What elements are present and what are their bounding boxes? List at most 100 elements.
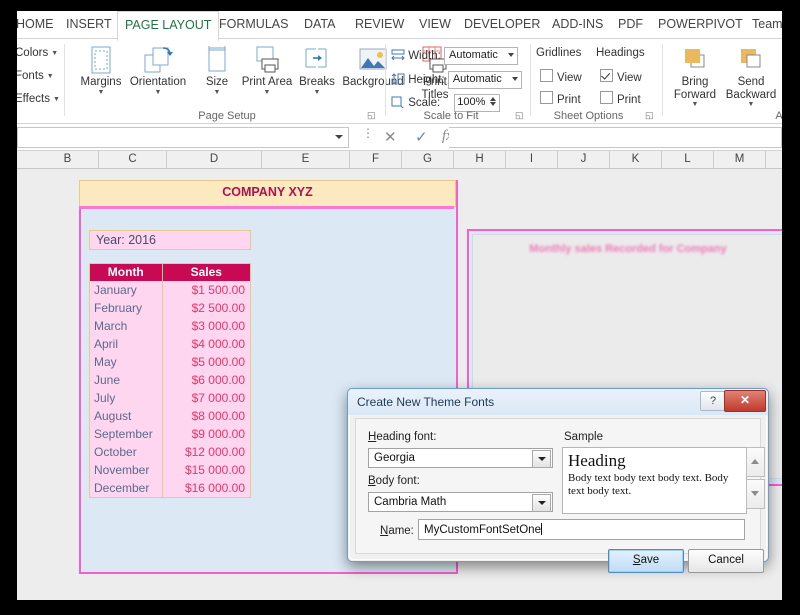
send-backward-label: Send Backward: [723, 76, 779, 101]
chevron-down-icon: ▼: [667, 101, 723, 109]
orientation-label: Orientation: [125, 76, 191, 89]
table-row[interactable]: June$6 000.00: [90, 371, 250, 389]
height-icon: [391, 73, 405, 85]
width-combo[interactable]: Automatic: [444, 47, 518, 65]
size-button[interactable]: Size ▼: [191, 43, 243, 97]
company-title-cell[interactable]: COMPANY XYZ: [79, 180, 456, 207]
ribbon-group-arrange: Bring Forward ▼ Send Backward ▼ Selectio…: [665, 39, 782, 123]
table-row[interactable]: August$8 000.00: [90, 407, 250, 425]
table-row[interactable]: November$15 000.00: [90, 461, 250, 479]
scroll-down-icon[interactable]: [746, 479, 765, 509]
worksheet[interactable]: COMPANY XYZ Year: 2016 Month Sales Janua…: [17, 169, 782, 600]
cell-sales: $9 000.00: [162, 425, 250, 443]
sales-table[interactable]: Month Sales January$1 500.00February$2 5…: [89, 263, 251, 498]
ribbon-tab-page-layout[interactable]: PAGE LAYOUT: [117, 11, 219, 41]
theme-fonts-button[interactable]: Fonts▼: [17, 70, 54, 82]
ribbon-tab-review[interactable]: REVIEW: [348, 11, 411, 38]
cell-sales: $5 000.00: [162, 353, 250, 371]
send-backward-icon: [734, 45, 768, 75]
heading-font-combo[interactable]: Georgia: [368, 448, 553, 468]
theme-effects-button[interactable]: Effects▼: [17, 93, 60, 105]
name-input[interactable]: MyCustomFontSetOne: [418, 519, 745, 540]
body-font-combo[interactable]: Cambria Math: [368, 492, 553, 512]
ribbon-tab-view[interactable]: VIEW: [412, 11, 458, 38]
year-cell[interactable]: Year: 2016: [89, 230, 251, 250]
cancel-button[interactable]: Cancel: [688, 549, 764, 573]
save-button[interactable]: Save: [608, 549, 684, 573]
ribbon-tab-data[interactable]: DATA: [297, 11, 342, 38]
chevron-down-icon[interactable]: [532, 450, 551, 468]
column-header-I[interactable]: I: [506, 151, 558, 168]
table-row[interactable]: October$12 000.00: [90, 443, 250, 461]
height-combo[interactable]: Automatic: [448, 71, 522, 89]
sheet-options-dialog-launcher[interactable]: ◱: [645, 110, 654, 121]
enter-icon[interactable]: ✓: [415, 128, 428, 146]
gridlines-view-checkbox[interactable]: View: [540, 69, 582, 84]
column-header-F[interactable]: F: [350, 151, 402, 168]
headings-print-checkbox[interactable]: Print: [600, 91, 641, 106]
help-icon[interactable]: ?: [700, 391, 726, 411]
page-setup-dialog-launcher[interactable]: ◱: [367, 110, 376, 121]
column-header-K[interactable]: K: [610, 151, 662, 168]
scale-to-fit-dialog-launcher[interactable]: ◱: [515, 110, 524, 121]
table-row[interactable]: September$9 000.00: [90, 425, 250, 443]
page-setup-group-label: Page Setup: [67, 110, 387, 122]
ribbon-tab-home[interactable]: HOME: [17, 11, 61, 38]
bring-forward-button[interactable]: Bring Forward ▼: [667, 43, 723, 109]
cell-month: September: [90, 425, 162, 443]
name-box[interactable]: [17, 127, 349, 148]
formula-bar-grip[interactable]: ⋮: [362, 130, 374, 136]
send-backward-button[interactable]: Send Backward ▼: [723, 43, 779, 109]
dialog-body: Heading font: Georgia Body font: Cambria…: [355, 418, 761, 554]
ribbon-tab-developer[interactable]: DEVELOPER: [457, 11, 547, 38]
column-header-B[interactable]: B: [37, 151, 99, 168]
column-header-E[interactable]: E: [262, 151, 350, 168]
ribbon-tab-team[interactable]: Team: [745, 11, 782, 38]
cell-month: June: [90, 371, 162, 389]
margins-button[interactable]: Margins ▼: [75, 43, 127, 97]
table-row[interactable]: February$2 500.00: [90, 299, 250, 317]
save-label: Save: [633, 554, 659, 566]
column-header-G[interactable]: G: [402, 151, 454, 168]
formula-input[interactable]: [449, 127, 782, 148]
ribbon-tab-insert[interactable]: INSERT: [59, 11, 119, 38]
cell-sales: $3 000.00: [162, 317, 250, 335]
table-row[interactable]: May$5 000.00: [90, 353, 250, 371]
cancel-icon[interactable]: ✕: [384, 128, 397, 146]
ribbon-tab-add-ins[interactable]: ADD-INS: [545, 11, 610, 38]
chevron-down-icon[interactable]: [532, 494, 551, 512]
ribbon-tab-formulas[interactable]: FORMULAS: [212, 11, 295, 38]
orientation-button[interactable]: Orientation ▼: [125, 43, 191, 97]
print-area-icon: [250, 45, 284, 75]
column-header-H[interactable]: H: [454, 151, 506, 168]
column-header-J[interactable]: J: [558, 151, 610, 168]
ribbon-tab-pdf[interactable]: PDF: [611, 11, 650, 38]
dialog-title-bar[interactable]: Create New Theme Fonts ? ✕: [348, 389, 768, 415]
excel-window: HOMEINSERTPAGE LAYOUTFORMULASDATAREVIEWV…: [17, 11, 782, 600]
table-row[interactable]: March$3 000.00: [90, 317, 250, 335]
column-header-D[interactable]: D: [167, 151, 262, 168]
breaks-button[interactable]: Breaks ▼: [291, 43, 343, 97]
column-header-L[interactable]: L: [662, 151, 714, 168]
gridlines-print-label: Print: [557, 94, 581, 106]
width-label: Width:: [408, 50, 441, 62]
column-header-C[interactable]: C: [99, 151, 167, 168]
chevron-down-icon: ▼: [723, 101, 779, 109]
table-row[interactable]: April$4 000.00: [90, 335, 250, 353]
theme-colors-button[interactable]: Colors▼: [17, 47, 58, 59]
width-row: Width: Automatic: [391, 47, 518, 65]
name-value: MyCustomFontSetOne: [424, 524, 541, 536]
table-row[interactable]: January$1 500.00: [90, 281, 250, 299]
gridlines-print-checkbox[interactable]: Print: [540, 91, 581, 106]
table-row[interactable]: December$16 000.00: [90, 479, 250, 497]
column-header-M[interactable]: M: [714, 151, 766, 168]
scroll-up-icon[interactable]: [746, 447, 765, 477]
table-row[interactable]: July$7 000.00: [90, 389, 250, 407]
selection-pane-button[interactable]: Selection Pane: [779, 43, 782, 101]
headings-view-checkbox[interactable]: View: [600, 69, 642, 84]
ribbon-tab-powerpivot[interactable]: POWERPIVOT: [651, 11, 750, 38]
name-label: Name:: [380, 525, 414, 537]
print-area-button[interactable]: Print Area ▼: [241, 43, 293, 97]
close-icon[interactable]: ✕: [724, 390, 766, 412]
sheet-options-group-label: Sheet Options: [532, 110, 645, 122]
